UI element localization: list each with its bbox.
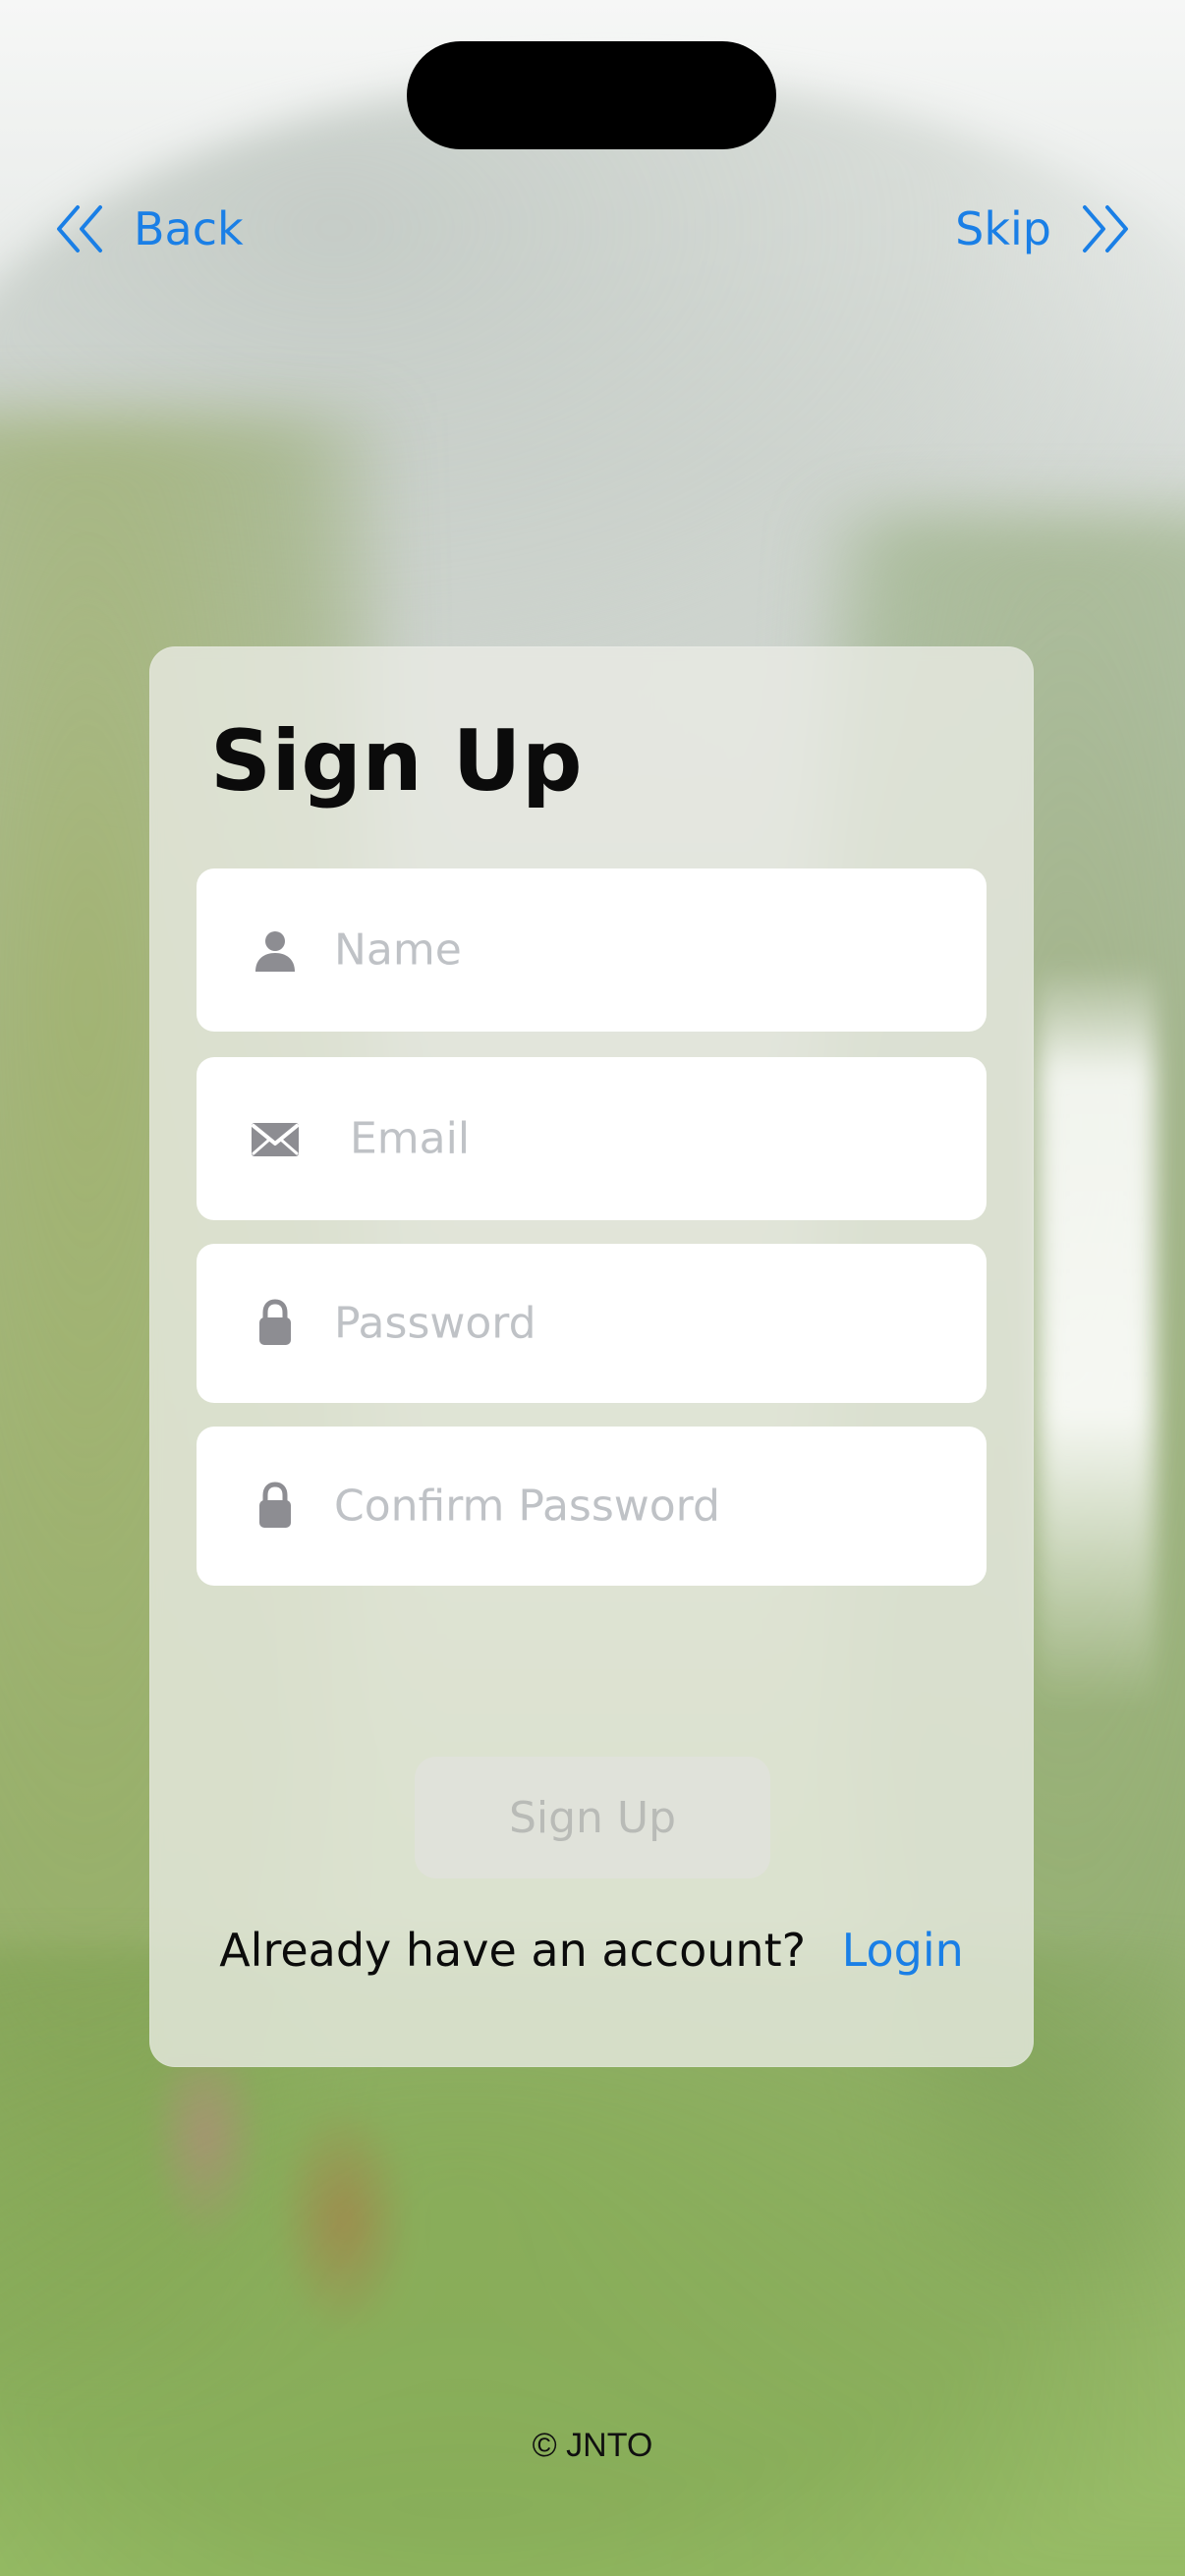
back-button[interactable]: Back: [51, 201, 244, 256]
skip-button[interactable]: Skip: [955, 201, 1134, 256]
lock-icon: [248, 1479, 303, 1534]
background-waterfall: [1038, 963, 1156, 1709]
mail-icon: [248, 1111, 303, 1166]
double-chevron-right-icon: [1079, 201, 1134, 256]
top-navigation: Back Skip: [0, 201, 1185, 260]
double-chevron-left-icon: [51, 201, 106, 256]
confirm-password-placeholder: Confirm Password: [334, 1481, 720, 1532]
login-prompt: Already have an account? Login: [149, 1924, 1034, 1977]
lock-icon: [248, 1296, 303, 1351]
email-placeholder: Email: [350, 1113, 471, 1164]
name-placeholder: Name: [334, 924, 462, 976]
back-label: Back: [134, 202, 244, 255]
signup-title: Sign Up: [210, 712, 584, 811]
skip-label: Skip: [955, 202, 1051, 255]
copyright-text: © JNTO: [532, 2427, 653, 2464]
name-field[interactable]: Name: [197, 868, 987, 1032]
person-icon: [248, 923, 303, 978]
password-placeholder: Password: [334, 1298, 536, 1349]
confirm-password-field[interactable]: Confirm Password: [197, 1427, 987, 1586]
login-link[interactable]: Login: [842, 1924, 964, 1977]
signup-card: Sign Up Name Email Password Confirm Pass…: [149, 646, 1034, 2067]
device-island: [407, 41, 776, 149]
email-field[interactable]: Email: [197, 1057, 987, 1220]
signup-button[interactable]: Sign Up: [415, 1757, 770, 1878]
password-field[interactable]: Password: [197, 1244, 987, 1403]
already-account-text: Already have an account?: [219, 1924, 807, 1977]
